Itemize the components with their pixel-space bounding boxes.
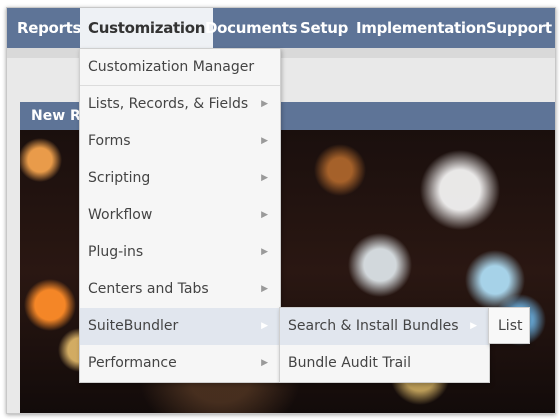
nav-setup[interactable]: Setup — [300, 8, 348, 48]
menu-item-workflow[interactable]: Workflow ▶ — [80, 197, 280, 234]
right-triangle-icon: ▶ — [261, 284, 268, 294]
menu-item-centers-and-tabs[interactable]: Centers and Tabs ▶ — [80, 271, 280, 308]
menu-item-customization-manager[interactable]: Customization Manager — [80, 49, 280, 86]
menu-item-scripting[interactable]: Scripting ▶ — [80, 160, 280, 197]
suitebundler-submenu: Search & Install Bundles ▶ Bundle Audit T… — [279, 307, 490, 383]
menu-item-performance[interactable]: Performance ▶ — [80, 345, 280, 382]
nav-documents[interactable]: Documents — [205, 8, 298, 48]
menu-item-forms[interactable]: Forms ▶ — [80, 123, 280, 160]
menu-item-list[interactable]: List — [488, 307, 530, 344]
nav-reports[interactable]: Reports — [17, 8, 81, 48]
nav-implementation[interactable]: Implementation — [356, 8, 486, 48]
app-window: Reports Customization Documents Setup Im… — [6, 7, 556, 414]
customization-menu: Customization Manager Lists, Records, & … — [79, 48, 281, 383]
right-triangle-icon: ▶ — [261, 136, 268, 146]
right-triangle-icon: ▶ — [470, 321, 477, 331]
menu-item-lists-records-fields[interactable]: Lists, Records, & Fields ▶ — [80, 86, 280, 123]
menu-item-search-install-bundles[interactable]: Search & Install Bundles ▶ — [280, 308, 489, 345]
right-triangle-icon: ▶ — [261, 173, 268, 183]
right-triangle-icon: ▶ — [261, 321, 268, 331]
menu-item-plug-ins[interactable]: Plug-ins ▶ — [80, 234, 280, 271]
top-navbar: Reports Customization Documents Setup Im… — [7, 8, 555, 48]
right-triangle-icon: ▶ — [261, 210, 268, 220]
menu-item-bundle-audit-trail[interactable]: Bundle Audit Trail — [280, 345, 489, 382]
nav-support[interactable]: Support — [486, 8, 552, 48]
nav-customization[interactable]: Customization — [80, 8, 214, 48]
menu-item-suitebundler[interactable]: SuiteBundler ▶ — [80, 308, 280, 345]
right-triangle-icon: ▶ — [261, 247, 268, 257]
right-triangle-icon: ▶ — [261, 99, 268, 109]
right-triangle-icon: ▶ — [261, 358, 268, 368]
